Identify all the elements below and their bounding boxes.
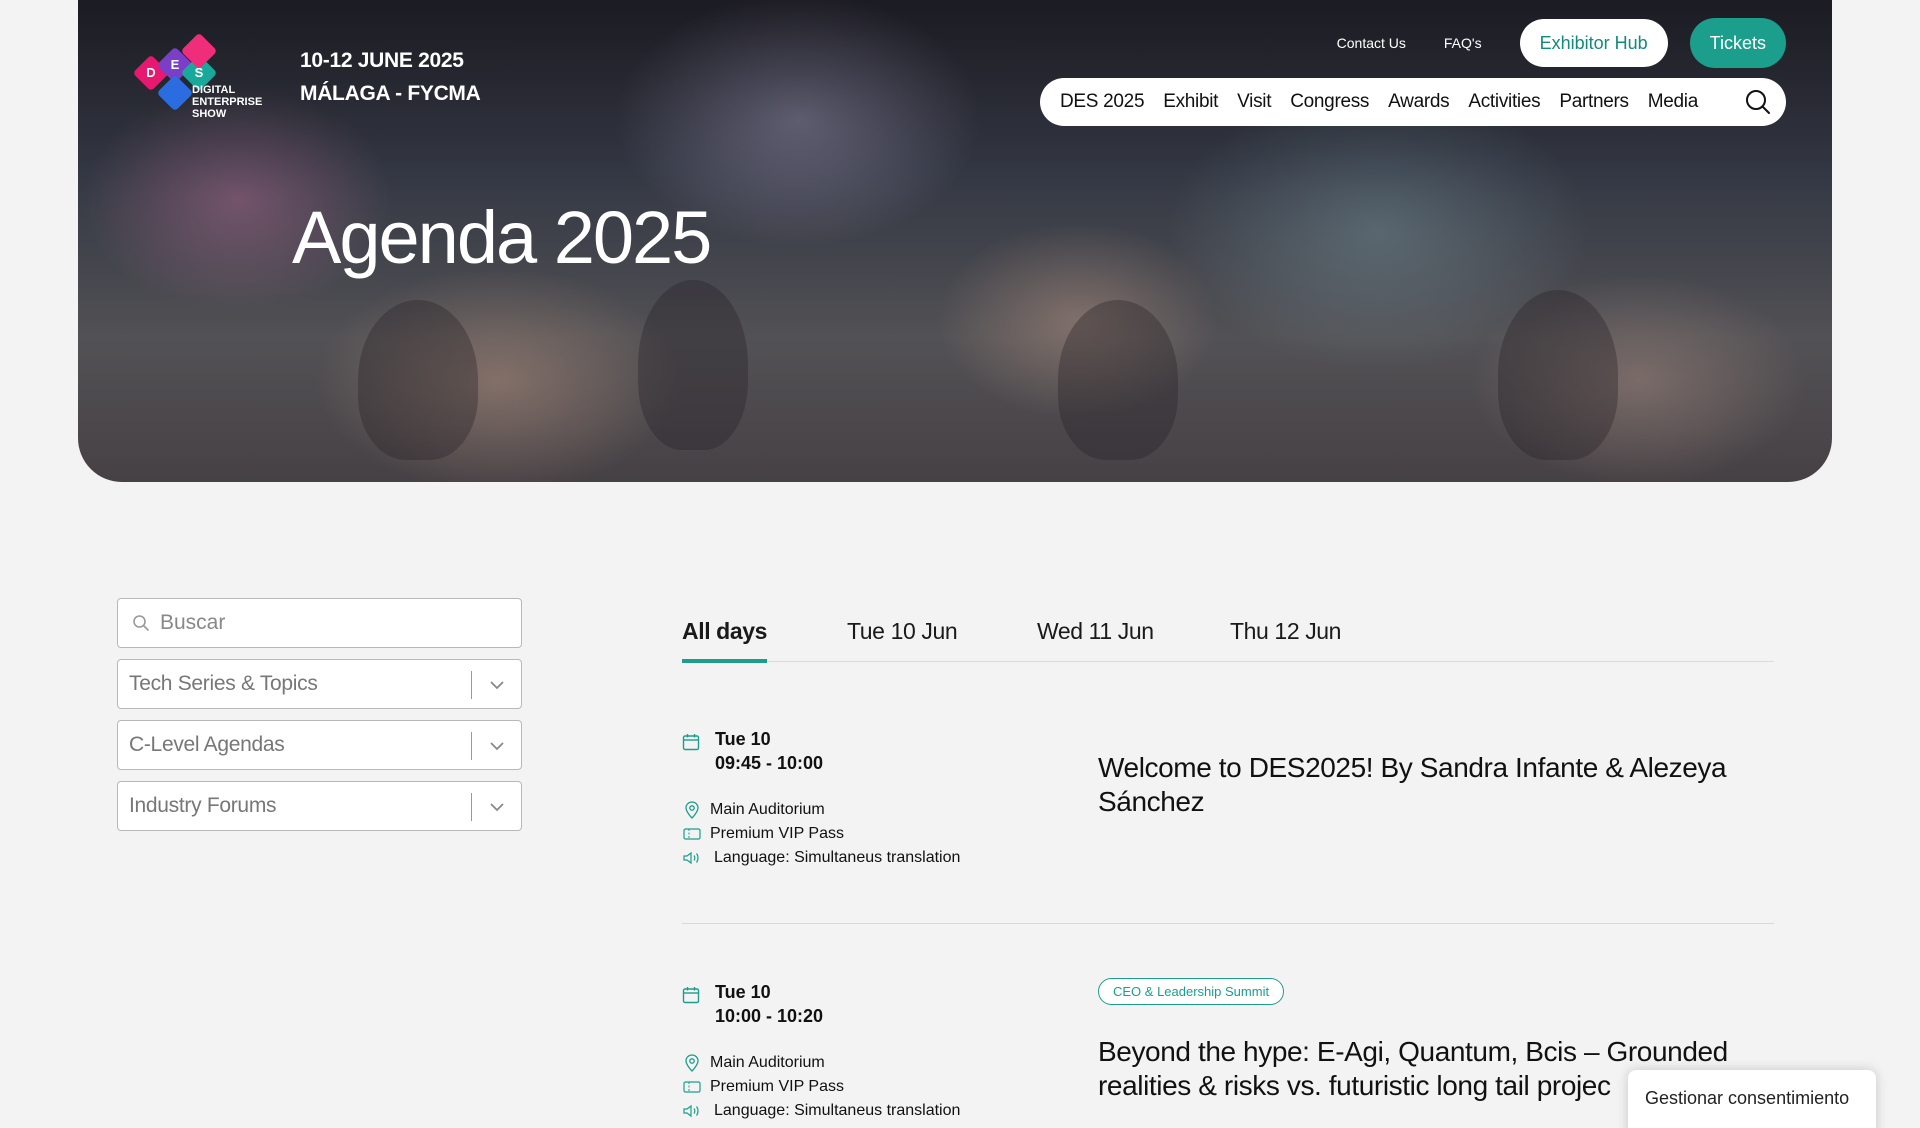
session-location-label: Main Auditorium [710,1054,825,1071]
top-links: Contact Us FAQ's Exhibitor Hub Tickets [1337,18,1786,68]
divider [682,923,1774,924]
nav-item-des-2025[interactable]: DES 2025 [1060,91,1145,113]
nav-item-congress[interactable]: Congress [1290,91,1369,113]
tickets-button[interactable]: Tickets [1689,18,1786,68]
logo-text: DIGITAL ENTERPRISE SHOW [192,84,262,120]
session-language-label: Language: Simultaneus translation [714,849,961,866]
logo-letter: D [146,65,156,80]
faqs-link[interactable]: FAQ's [1444,35,1482,51]
session-pass: Premium VIP Pass [682,1078,844,1096]
location-pin-icon [685,1054,699,1072]
c-level-agendas-select[interactable]: C-Level Agendas [117,720,522,770]
session-pass: Premium VIP Pass [682,825,844,843]
event-location: MÁLAGA - FYCMA [300,82,481,105]
event-info: 10-12 JUNE 2025 MÁLAGA - FYCMA [300,44,481,110]
tab-wed-11-jun[interactable]: Wed 11 Jun [1037,618,1154,659]
session-language: Language: Simultaneus translation [682,849,960,867]
chevron-down-icon [490,742,504,751]
session-day: Tue 10 [715,729,771,749]
logo-line: SHOW [192,108,227,120]
session-language: Language: Simultaneus translation [682,1102,960,1120]
exhibitor-hub-button[interactable]: Exhibitor Hub [1519,19,1668,67]
page-title: Agenda 2025 [292,196,712,279]
chevron-down-icon [490,681,504,690]
select-label: Tech Series & Topics [129,672,318,695]
session-pass-label: Premium VIP Pass [710,825,844,842]
logo-letter: S [194,65,204,80]
nav-item-media[interactable]: Media [1648,91,1699,113]
select-separator [471,732,472,760]
select-separator [471,793,472,821]
search-input[interactable] [160,611,500,635]
session-category-badge[interactable]: CEO & Leadership Summit [1098,978,1285,1005]
event-dates: 10-12 JUNE 2025 [300,49,464,72]
logo-letter: E [170,57,180,72]
industry-forums-select[interactable]: Industry Forums [117,781,522,831]
speaker-icon [683,1104,699,1118]
day-tabs: All days Tue 10 Jun Wed 11 Jun Thu 12 Ju… [682,610,1774,663]
session-location: Main Auditorium [682,1054,825,1072]
main-nav: DES 2025 Exhibit Visit Congress Awards A… [1040,78,1786,126]
ticket-icon [683,1081,701,1093]
location-pin-icon [685,801,699,819]
session-time: 09:45 - 10:00 [715,753,824,773]
search-field[interactable] [117,598,522,648]
search-icon [133,615,149,631]
ticket-icon [683,828,701,840]
chevron-down-icon [490,803,504,812]
hero-banner: D E S DIGITAL ENTERPRISE SHOW 10-12 JUNE… [78,0,1832,482]
nav-item-awards[interactable]: Awards [1388,91,1450,113]
select-separator [471,671,472,699]
nav-item-activities[interactable]: Activities [1468,91,1540,113]
nav-item-exhibit[interactable]: Exhibit [1163,91,1218,113]
tab-thu-12-jun[interactable]: Thu 12 Jun [1230,618,1341,659]
session-day: Tue 10 [715,982,771,1002]
tech-series-select[interactable]: Tech Series & Topics [117,659,522,709]
session-location-label: Main Auditorium [710,801,825,818]
nav-item-visit[interactable]: Visit [1237,91,1271,113]
crowd-shape [638,280,748,450]
session-time: 10:00 - 10:20 [715,1006,824,1026]
session-pass-label: Premium VIP Pass [710,1078,844,1095]
calendar-icon [682,734,700,751]
session-datetime: Tue 10 10:00 - 10:20 [715,980,823,1028]
session-title[interactable]: Welcome to DES2025! By Sandra Infante & … [1098,751,1758,819]
crowd-shape [1058,300,1178,460]
crowd-shape [358,300,478,460]
session-location: Main Auditorium [682,801,825,819]
des-logo[interactable]: D E S DIGITAL ENTERPRISE SHOW [128,32,278,122]
search-icon[interactable] [1744,88,1772,116]
select-label: Industry Forums [129,794,277,817]
speaker-icon [683,851,699,865]
select-label: C-Level Agendas [129,733,285,756]
consent-manager-button[interactable]: Gestionar consentimiento [1628,1070,1876,1128]
logo-line: ENTERPRISE [192,96,263,108]
tab-all-days[interactable]: All days [682,618,767,663]
tab-tue-10-jun[interactable]: Tue 10 Jun [847,618,958,659]
contact-us-link[interactable]: Contact Us [1337,35,1406,51]
session-datetime: Tue 10 09:45 - 10:00 [715,727,823,775]
crowd-shape [1498,290,1618,460]
calendar-icon [682,987,700,1004]
nav-item-partners[interactable]: Partners [1559,91,1629,113]
session-language-label: Language: Simultaneus translation [714,1102,961,1119]
